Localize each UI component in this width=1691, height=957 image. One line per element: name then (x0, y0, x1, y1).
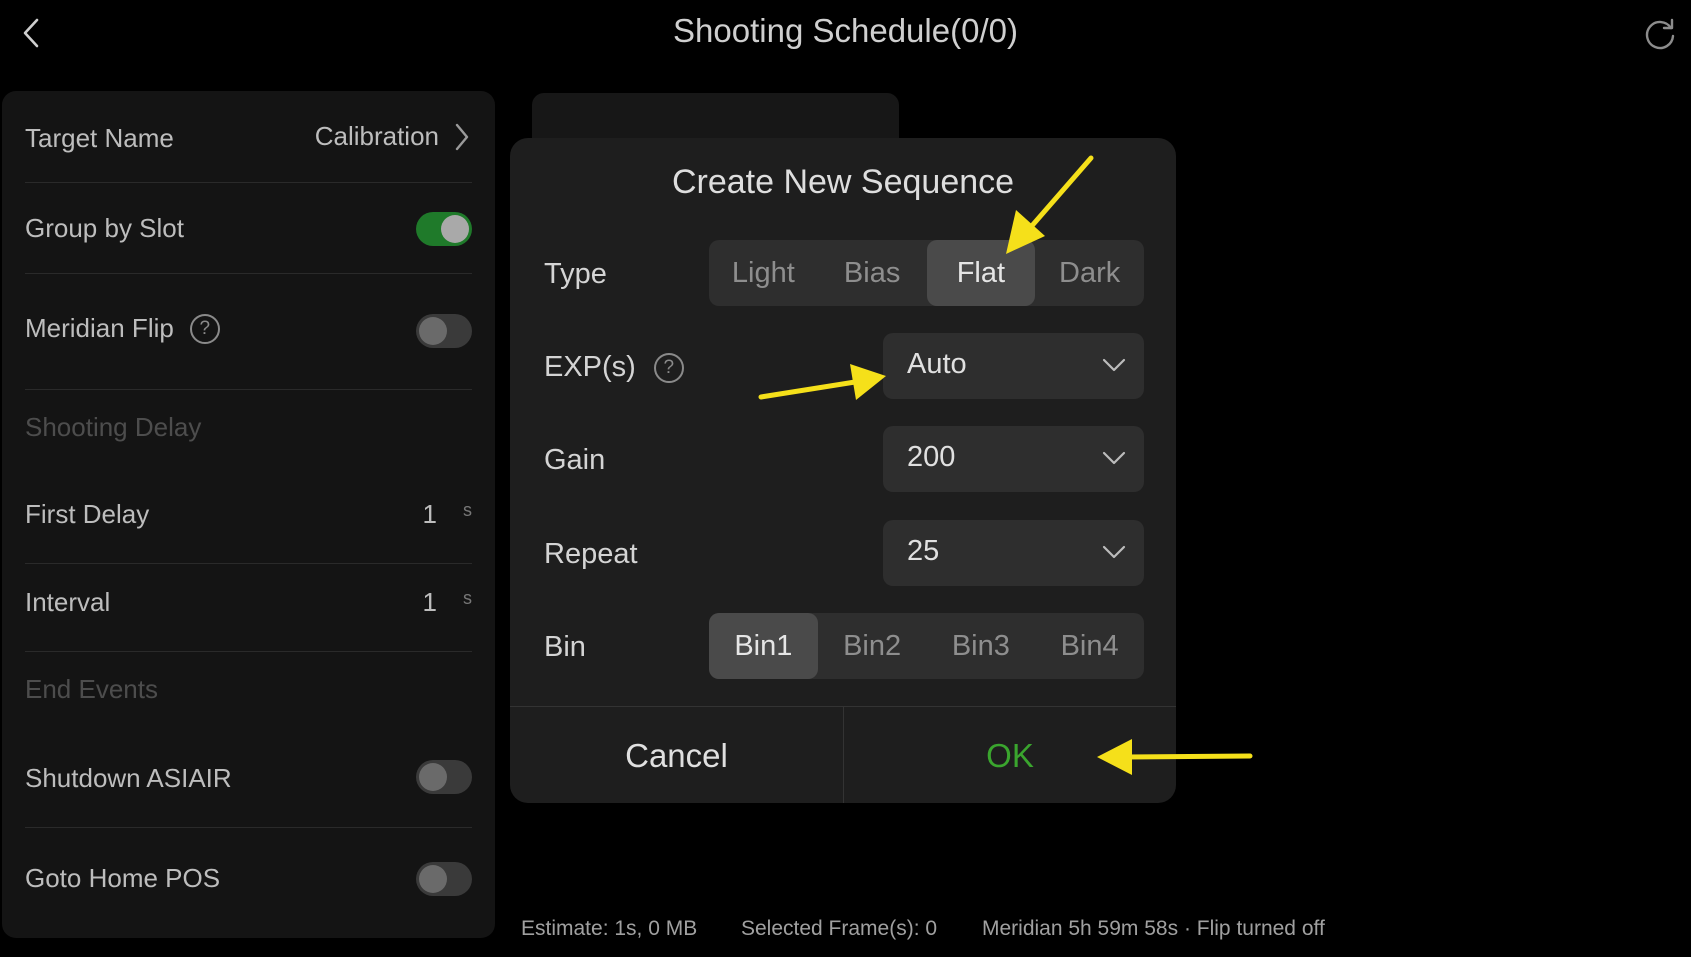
exp-label-text: EXP(s) (544, 351, 636, 383)
shutdown-asiair-row: Shutdown ASIAIR (25, 724, 472, 828)
toggle-knob (419, 865, 447, 893)
exp-dropdown[interactable]: Auto (883, 333, 1144, 399)
meridian-status: Meridian 5h 59m 58s · Flip turned off (982, 917, 1325, 940)
chevron-down-icon (1102, 358, 1126, 372)
bin-option-3[interactable]: Bin3 (927, 613, 1036, 679)
section-header-shooting-delay: Shooting Delay (25, 412, 202, 442)
bin-option-4[interactable]: Bin4 (1035, 613, 1144, 679)
shutdown-asiair-toggle[interactable] (416, 760, 472, 794)
refresh-icon (1645, 18, 1675, 50)
page-title: Shooting Schedule(0/0) (673, 12, 1018, 49)
meridian-flip-label: Meridian Flip ? (25, 313, 220, 344)
group-by-slot-toggle[interactable] (416, 212, 472, 246)
chevron-down-icon (1102, 545, 1126, 559)
refresh-button[interactable] (1641, 14, 1679, 52)
goto-home-pos-label: Goto Home POS (25, 863, 221, 893)
chevron-down-icon (1102, 451, 1126, 465)
repeat-value: 25 (907, 535, 940, 567)
repeat-label: Repeat (544, 538, 638, 570)
toggle-knob (441, 215, 469, 243)
bin-label: Bin (544, 631, 586, 663)
group-by-slot-row: Group by Slot (25, 183, 472, 274)
interval-value[interactable]: 1 (423, 587, 437, 618)
target-name-row[interactable]: Target Name Calibration (25, 91, 472, 183)
help-circle-icon[interactable]: ? (653, 352, 684, 383)
type-option-flat[interactable]: Flat (926, 240, 1036, 306)
goto-home-pos-row: Goto Home POS (25, 828, 472, 918)
estimate-status: Estimate: 1s, 0 MB (521, 917, 698, 940)
type-label: Type (544, 258, 607, 290)
schedule-settings-panel: Target Name Calibration Group by Slot Me… (2, 91, 495, 938)
create-sequence-dialog: Create New Sequence Type Light Bias Flat… (510, 138, 1176, 803)
gain-value: 200 (907, 441, 956, 473)
meridian-flip-toggle[interactable] (416, 314, 472, 348)
dialog-title: Create New Sequence (671, 163, 1015, 201)
shooting-delay-section: Shooting Delay (25, 390, 472, 460)
bin-segmented-control: Bin1 Bin2 Bin3 Bin4 (709, 613, 1144, 679)
goto-home-pos-toggle[interactable] (416, 862, 472, 896)
bin-option-2[interactable]: Bin2 (818, 613, 927, 679)
help-circle-icon[interactable]: ? (189, 313, 220, 344)
meridian-flip-text: Meridian Flip (25, 313, 174, 343)
target-name-label: Target Name (25, 123, 174, 153)
gain-dropdown[interactable]: 200 (883, 426, 1144, 492)
exp-value: Auto (907, 348, 967, 380)
exp-label: EXP(s) ? (544, 351, 684, 384)
ok-button[interactable]: OK (844, 707, 1176, 803)
selected-frames-status: Selected Frame(s): 0 (741, 917, 938, 940)
interval-row: Interval 1 s (25, 564, 472, 652)
gain-label: Gain (544, 444, 606, 476)
dialog-footer: Cancel OK (510, 706, 1176, 803)
chevron-right-icon (455, 123, 469, 151)
type-option-dark[interactable]: Dark (1035, 240, 1144, 306)
shutdown-asiair-label: Shutdown ASIAIR (25, 763, 232, 793)
first-delay-value[interactable]: 1 (423, 499, 437, 530)
type-option-bias[interactable]: Bias (818, 240, 927, 306)
meridian-flip-row: Meridian Flip ? (25, 274, 472, 390)
first-delay-unit: s (463, 500, 472, 520)
toggle-knob (419, 763, 447, 791)
target-name-value: Calibration (314, 121, 439, 151)
toggle-knob (419, 317, 447, 345)
type-segmented-control: Light Bias Flat Dark (709, 240, 1144, 306)
type-option-light[interactable]: Light (709, 240, 818, 306)
group-by-slot-label: Group by Slot (25, 213, 184, 243)
repeat-dropdown[interactable]: 25 (883, 520, 1144, 586)
cancel-button[interactable]: Cancel (510, 707, 843, 803)
section-header-end-events: End Events (25, 674, 158, 704)
first-delay-label: First Delay (25, 499, 150, 529)
first-delay-row: First Delay 1 s (25, 460, 472, 564)
interval-unit: s (463, 588, 472, 608)
interval-label: Interval (25, 587, 111, 617)
bin-option-1[interactable]: Bin1 (709, 613, 818, 679)
end-events-section: End Events (25, 652, 472, 724)
